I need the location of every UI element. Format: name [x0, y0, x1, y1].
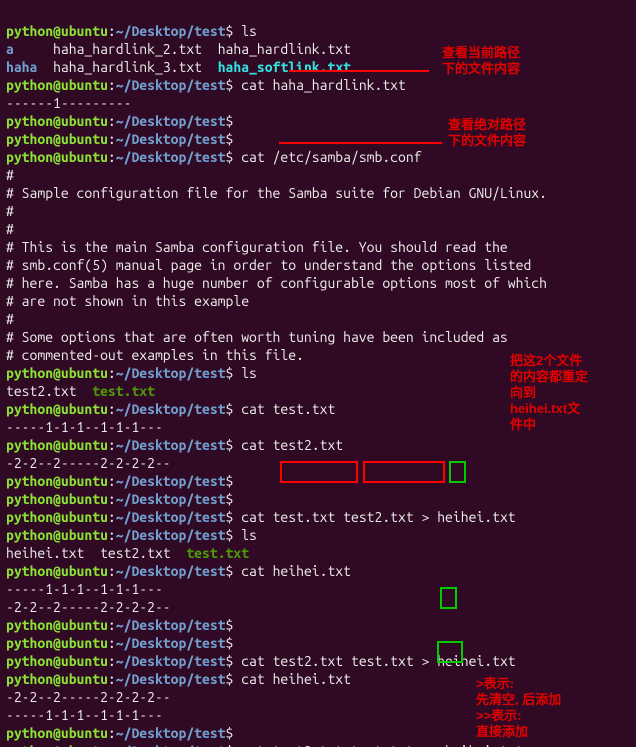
box-test-txt: [280, 461, 358, 483]
ls3-row: heihei.txt test2.txt test.txt: [6, 545, 249, 561]
terminal-window[interactable]: python@ubuntu:~/Desktop/test$ ls a haha_…: [0, 0, 636, 747]
prompt-l19: python@ubuntu:~/Desktop/test$: [6, 743, 233, 747]
samba-7: # here. Samba has a huge number of confi…: [6, 275, 547, 291]
cmd-ls2: ls: [241, 365, 257, 381]
prompt-l15: python@ubuntu:~/Desktop/test$: [6, 635, 233, 651]
prompt-l6: python@ubuntu:~/Desktop/test$: [6, 365, 233, 381]
out-hh1-2: -2-2--2-----2-2-2-2--: [6, 599, 171, 615]
cmd-cat-hh2: cat heihei.txt: [241, 671, 351, 687]
out-t2: -2-2--2-----2-2-2-2--: [6, 455, 171, 471]
underline-hardlink: [289, 70, 429, 72]
samba-11: # commented-out examples in this file.: [6, 347, 304, 363]
prompt-l3: python@ubuntu:~/Desktop/test$: [6, 113, 233, 129]
cmd-cat-redir: cat test.txt test2.txt > heihei.txt: [241, 509, 515, 525]
samba-4: #: [6, 221, 14, 237]
prompt-l4: python@ubuntu:~/Desktop/test$: [6, 131, 233, 147]
prompt-l1: python@ubuntu:~/Desktop/test$: [6, 23, 233, 39]
samba-9: #: [6, 311, 14, 327]
box-redirect-gt2: [440, 587, 457, 609]
underline-smb: [279, 142, 442, 144]
out-hl: ------1---------: [6, 95, 131, 111]
cmd-cat-t1: cat test.txt: [241, 401, 335, 417]
cmd-cat-t2: cat test2.txt: [241, 437, 343, 453]
samba-6: # smb.conf(5) manual page in order to un…: [6, 257, 531, 273]
cmd-ls3: ls: [241, 527, 257, 543]
annotation-redirect-meaning: >表示: 先清空, 后添加 >>表示: 直接添加: [476, 676, 561, 740]
cmd-cat-smb: cat /etc/samba/smb.conf: [241, 149, 421, 165]
cmd-cat-append: cat test2.txt test.txt >> heihei.txt: [241, 743, 523, 747]
samba-8: # are not shown in this example: [6, 293, 249, 309]
out-hh2-2: -----1-1-1--1-1-1---: [6, 707, 163, 723]
out-hh2-1: -2-2--2-----2-2-2-2--: [6, 689, 171, 705]
annotation-current-path: 查看当前路径 下的文件内容: [442, 45, 520, 77]
prompt-l12: python@ubuntu:~/Desktop/test$: [6, 527, 233, 543]
prompt-l2: python@ubuntu:~/Desktop/test$: [6, 77, 233, 93]
prompt-l9: python@ubuntu:~/Desktop/test$: [6, 473, 233, 489]
cmd-cat-hl: cat haha_hardlink.txt: [241, 77, 406, 93]
box-redirect-gt: [449, 461, 466, 483]
samba-5: # This is the main Samba configuration f…: [6, 239, 508, 255]
box-test2-txt: [363, 461, 445, 483]
prompt-l16: python@ubuntu:~/Desktop/test$: [6, 653, 233, 669]
samba-10: # Some options that are often worth tuni…: [6, 329, 508, 345]
prompt-l14: python@ubuntu:~/Desktop/test$: [6, 617, 233, 633]
ls1-row2: haha haha_hardlink_3.txt haha_softlink.t…: [6, 59, 351, 75]
prompt-l8: python@ubuntu:~/Desktop/test$: [6, 437, 233, 453]
prompt-l10: python@ubuntu:~/Desktop/test$: [6, 491, 233, 507]
out-hh1-1: -----1-1-1--1-1-1---: [6, 581, 163, 597]
samba-3: #: [6, 203, 14, 219]
box-redirect-gtgt: [437, 641, 463, 663]
prompt-l11: python@ubuntu:~/Desktop/test$: [6, 509, 233, 525]
prompt-l13: python@ubuntu:~/Desktop/test$: [6, 563, 233, 579]
prompt-l5: python@ubuntu:~/Desktop/test$: [6, 149, 233, 165]
cmd-ls1: ls: [241, 23, 257, 39]
prompt-l7: python@ubuntu:~/Desktop/test$: [6, 401, 233, 417]
prompt-l18: python@ubuntu:~/Desktop/test$: [6, 725, 233, 741]
cmd-cat-hh: cat heihei.txt: [241, 563, 351, 579]
prompt-l17: python@ubuntu:~/Desktop/test$: [6, 671, 233, 687]
annotation-redirect-both: 把这2个文件 的内容都重定 向到 heihei.txt文 件中: [510, 353, 588, 433]
ls1-row1: a haha_hardlink_2.txt haha_hardlink.txt: [6, 41, 351, 57]
cmd-cat-r2: cat test2.txt test.txt > heihei.txt: [241, 653, 515, 669]
annotation-absolute-path: 查看绝对路径 下的文件内容: [448, 117, 526, 149]
samba-2: # Sample configuration file for the Samb…: [6, 185, 547, 201]
out-t1: -----1-1-1--1-1-1---: [6, 419, 163, 435]
samba-1: #: [6, 167, 14, 183]
ls2-row: test2.txt test.txt: [6, 383, 155, 399]
